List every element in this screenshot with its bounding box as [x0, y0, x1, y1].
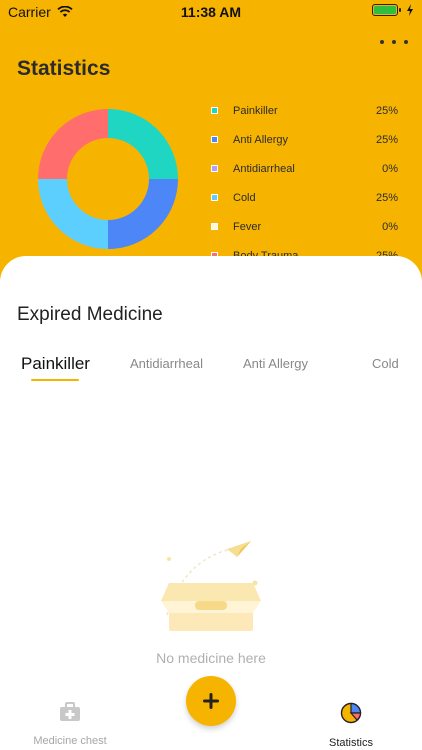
donut-slice-cold [38, 178, 109, 249]
add-medicine-button[interactable] [186, 676, 236, 726]
legend-percentage: 0% [382, 220, 398, 233]
legend-item: Anti Allergy 25% [208, 125, 398, 154]
empty-box-icon [161, 541, 261, 631]
page-title: Statistics [17, 57, 111, 80]
legend-item: Antidiarrheal 0% [208, 154, 398, 183]
legend-percentage: 25% [375, 133, 398, 146]
section-title: Expired Medicine [17, 304, 163, 325]
tabbar-statistics[interactable]: Statistics [291, 702, 411, 749]
legend-label: Cold [233, 191, 256, 204]
legend-label: Antidiarrheal [233, 162, 295, 175]
legend-percentage: 25% [375, 104, 398, 117]
tabbar-label: Medicine chest [33, 735, 107, 747]
plus-icon [203, 693, 219, 709]
chart-legend: Painkiller 25% Anti Allergy 25% Antidiarrhea… [208, 96, 398, 270]
active-tab-indicator [31, 379, 79, 381]
statistics-pie-icon [340, 702, 362, 724]
legend-item: Cold 25% [208, 183, 398, 212]
legend-swatch [211, 165, 218, 172]
more-dot-icon [404, 40, 408, 44]
tabbar-medicine-chest[interactable]: Medicine chest [10, 702, 130, 747]
donut-chart [38, 109, 178, 249]
more-dot-icon [392, 40, 396, 44]
legend-label: Anti Allergy [233, 133, 289, 146]
donut-slice-anti-allergy [107, 178, 178, 249]
battery-icon [372, 4, 401, 16]
legend-swatch [211, 107, 218, 114]
donut-slice-body-trauma [38, 109, 109, 180]
donut-slice-painkiller [107, 109, 178, 180]
status-bar: Carrier 11:38 AM [0, 0, 422, 24]
legend-label: Fever [233, 220, 262, 233]
legend-label: Painkiller [233, 104, 278, 117]
more-options-button[interactable] [380, 32, 408, 52]
more-dot-icon [380, 40, 384, 44]
legend-item: Fever 0% [208, 212, 398, 241]
legend-swatch [211, 194, 218, 201]
legend-swatch [211, 223, 218, 230]
tabbar-label: Statistics [328, 737, 373, 749]
legend-percentage: 0% [382, 162, 398, 175]
legend-item: Painkiller 25% [208, 96, 398, 125]
medicine-chest-icon [60, 702, 80, 721]
legend-swatch [211, 136, 218, 143]
tab-painkiller[interactable]: Painkiller [21, 354, 90, 374]
tab-cold[interactable]: Cold [372, 356, 399, 371]
clock: 11:38 AM [180, 4, 242, 20]
charging-icon [407, 4, 413, 16]
tab-anti-allergy[interactable]: Anti Allergy [243, 356, 308, 371]
category-tabs: Painkiller Antidiarrheal Anti Allergy Co… [0, 350, 422, 390]
legend-percentage: 25% [375, 191, 398, 204]
tab-antidiarrheal[interactable]: Antidiarrheal [130, 356, 203, 371]
empty-state-text: No medicine here [156, 650, 266, 666]
